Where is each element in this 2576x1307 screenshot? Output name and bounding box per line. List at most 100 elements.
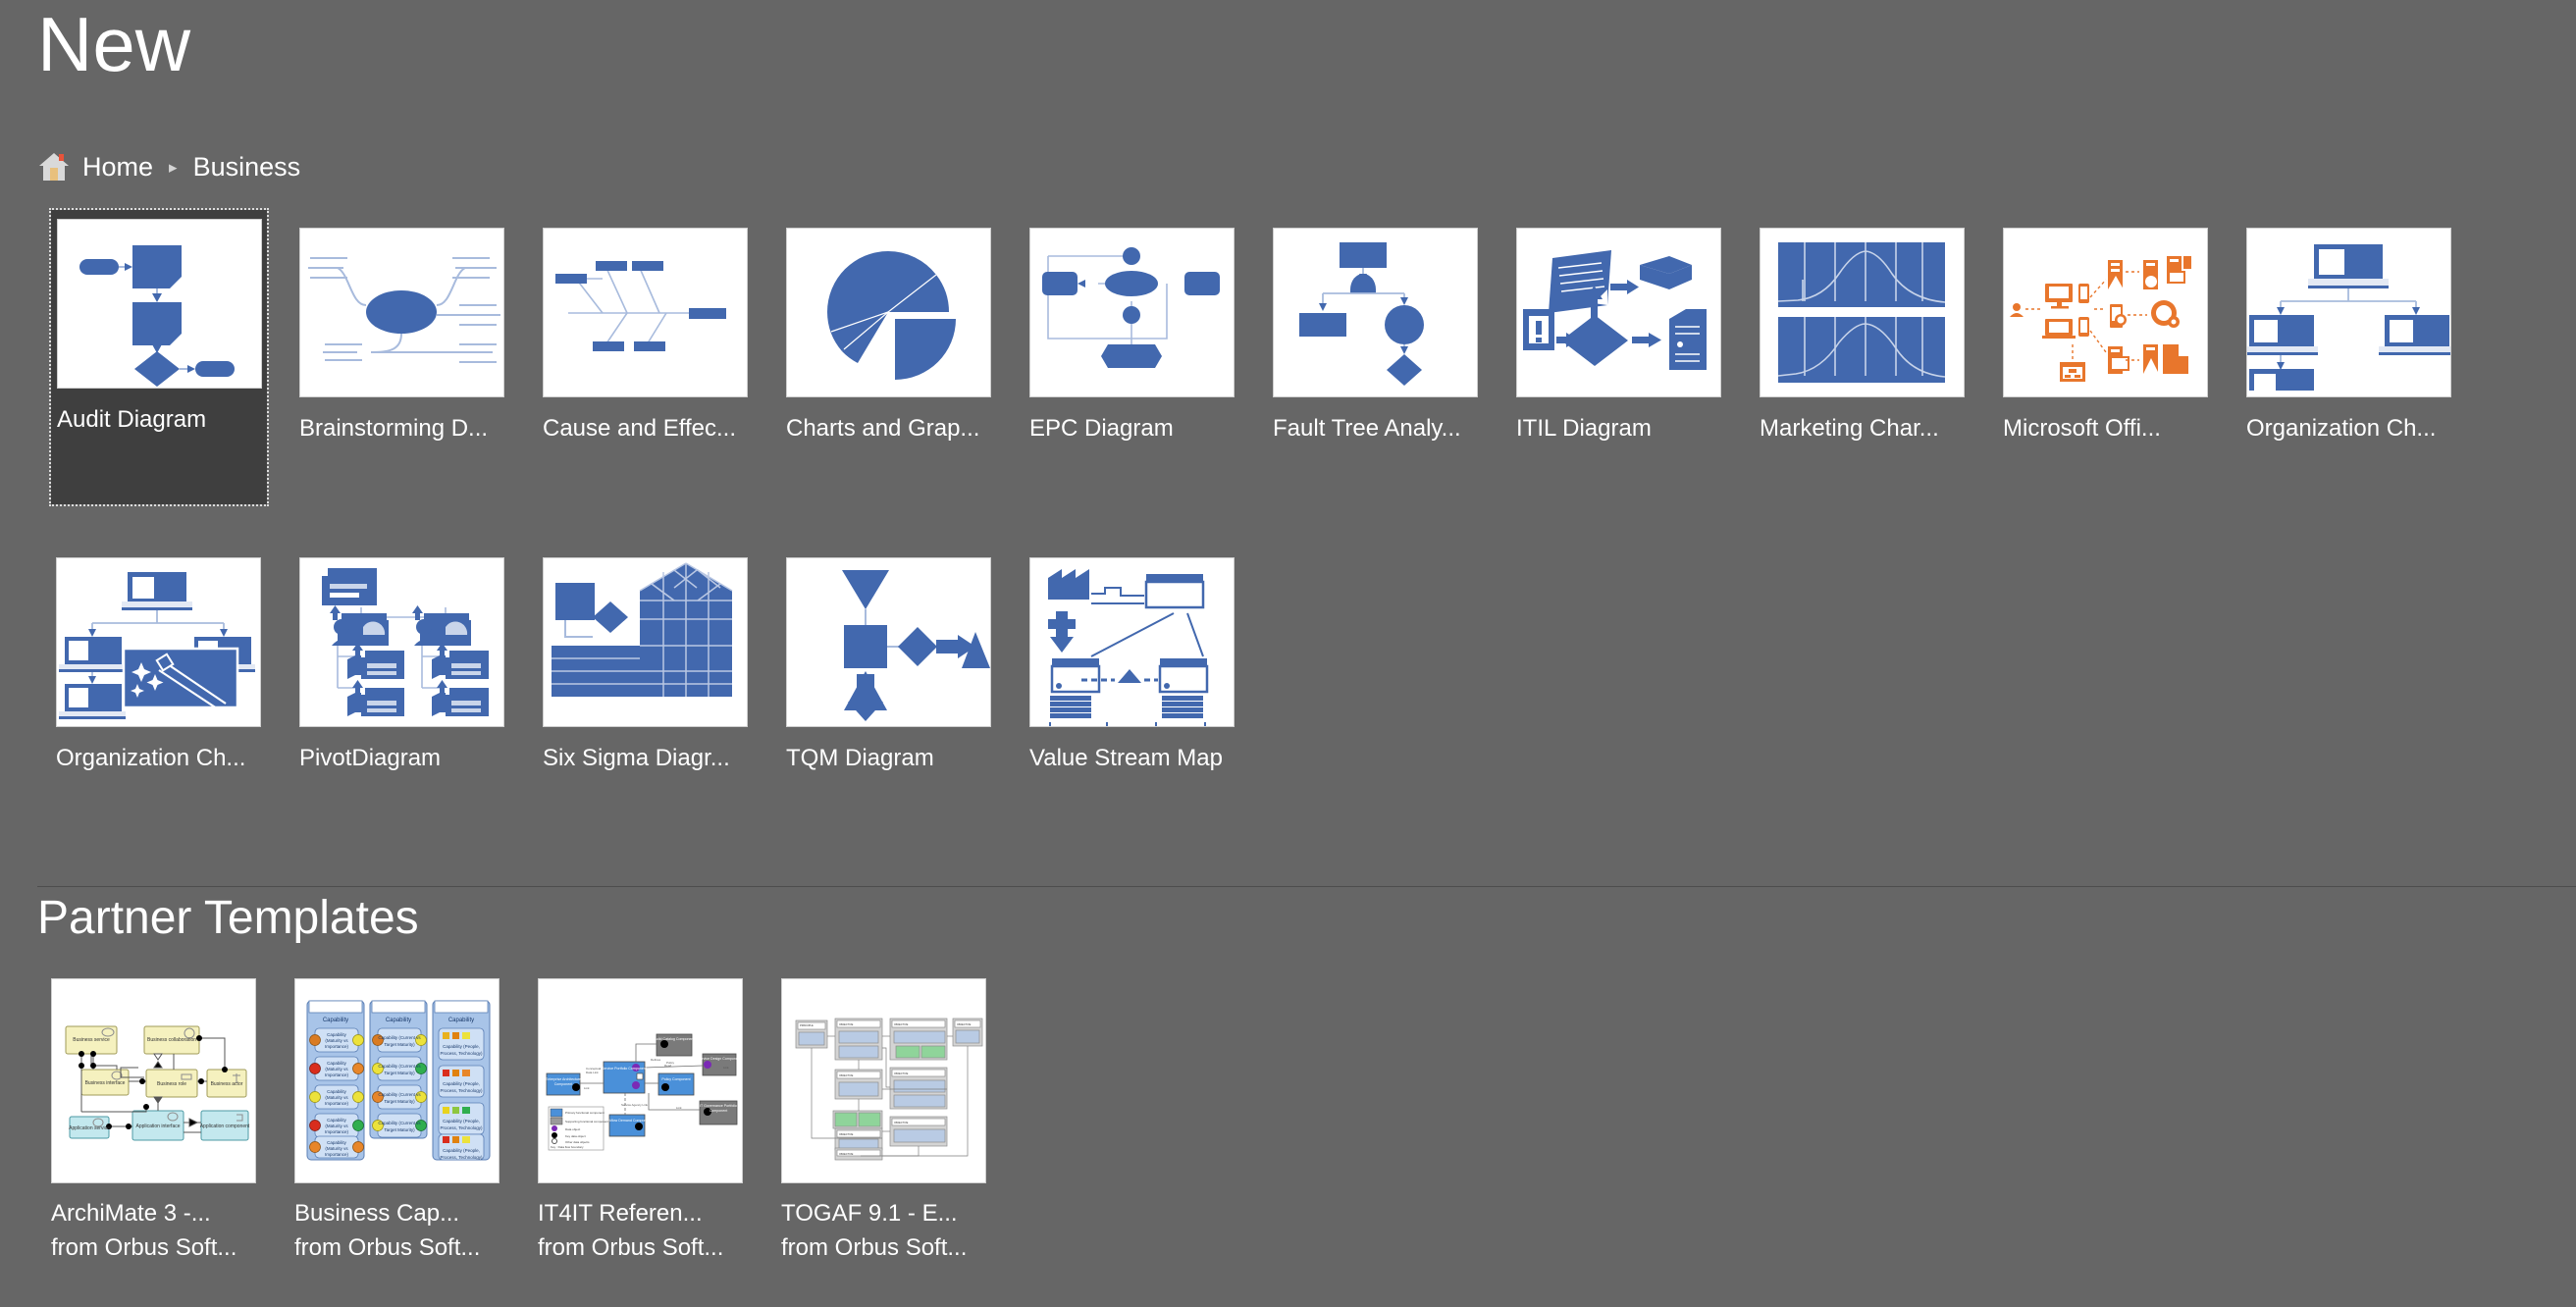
template-tile-itil-diagram[interactable]: ITIL Diagram (1511, 228, 1727, 444)
template-tile-cause-and-effect[interactable]: Cause and Effec... (538, 228, 754, 444)
tile-label: PivotDiagram (299, 745, 442, 771)
svg-text:Importance): Importance) (325, 1129, 349, 1134)
svg-text:Data object: Data object (565, 1127, 580, 1131)
partner-title: TOGAF 9.1 - E... (781, 1200, 958, 1227)
svg-text:Business interface: Business interface (85, 1080, 126, 1086)
template-tile-fault-tree-analysis[interactable]: Fault Tree Analy... (1268, 228, 1484, 444)
org-chart-thumb (2246, 228, 2451, 397)
svg-text:Component: Component (710, 1109, 728, 1113)
microsoft-office-thumb (2003, 228, 2208, 397)
svg-text:Application service: Application service (69, 1125, 110, 1131)
svg-text:Policy Component: Policy Component (661, 1077, 690, 1081)
svg-text:Capability (Current vs: Capability (Current vs (378, 1064, 421, 1069)
svg-text:Capability (People,: Capability (People, (443, 1081, 480, 1086)
pivot-diagram-thumb (299, 557, 504, 727)
svg-text:Capability (Current vs: Capability (Current vs (378, 1092, 421, 1097)
svg-text:(Maturity vs: (Maturity vs (325, 1067, 348, 1072)
svg-text:Capability: Capability (327, 1061, 347, 1066)
tile-label: EPC Diagram (1029, 415, 1174, 442)
template-tile-organization-chart-wizard[interactable]: Organization Ch... (51, 557, 267, 773)
svg-text:Process, Technology): Process, Technology) (441, 1051, 483, 1056)
svg-text:Primary functional component: Primary functional component (565, 1111, 605, 1115)
svg-text:Business service: Business service (73, 1037, 110, 1043)
svg-text:Capability (People,: Capability (People, (443, 1148, 480, 1153)
svg-text:Capability: Capability (327, 1032, 347, 1037)
svg-text:Process, Technology): Process, Technology) (441, 1125, 483, 1130)
partner-tile-togaf[interactable]: PRINCIPLE OBJECTIVE OBJECTIVE OBJECTIVE … (781, 978, 997, 1263)
svg-text:Target Maturity): Target Maturity) (384, 1127, 415, 1132)
svg-text:Component: Component (554, 1082, 573, 1086)
svg-text:(Maturity vs: (Maturity vs (325, 1146, 348, 1151)
svg-text:OBJECTIVE: OBJECTIVE (839, 1132, 854, 1136)
partner-vendor: from Orbus Soft... (294, 1234, 481, 1261)
template-tile-six-sigma-diagram[interactable]: Six Sigma Diagr... (538, 557, 754, 773)
svg-text:OBJECTIVE: OBJECTIVE (894, 1121, 909, 1124)
breadcrumb-current[interactable]: Business (193, 152, 301, 183)
value-stream-map-thumb (1029, 557, 1235, 727)
template-tile-audit-diagram[interactable]: Audit Diagram (49, 208, 269, 506)
tile-label: Organization Ch... (2246, 415, 2437, 442)
svg-text:Service Design Component: Service Design Component (698, 1057, 741, 1061)
tile-label: ITIL Diagram (1516, 415, 1652, 442)
svg-text:Application interface: Application interface (135, 1124, 180, 1129)
tile-label: Value Stream Map (1029, 745, 1223, 771)
template-tile-organization-chart[interactable]: Organization Ch... (2241, 228, 2457, 444)
svg-text:Application component: Application component (200, 1124, 250, 1129)
svg-text:Service Portfolio Component: Service Portfolio Component (602, 1067, 647, 1071)
svg-text:Link: Link (676, 1106, 682, 1110)
tile-label: TQM Diagram (786, 745, 934, 771)
svg-text:(Maturity vs: (Maturity vs (325, 1038, 348, 1043)
tile-label: Brainstorming D... (299, 415, 489, 442)
home-icon (39, 153, 69, 181)
tile-label: Charts and Grap... (786, 415, 980, 442)
svg-text:(Maturity vs: (Maturity vs (325, 1124, 348, 1128)
template-tile-brainstorming-diagram[interactable]: Brainstorming D... (294, 228, 510, 444)
svg-text:Business collaboration: Business collaboration (147, 1037, 196, 1043)
page-title: New (37, 1, 191, 87)
svg-text:Capability: Capability (327, 1118, 347, 1123)
breadcrumb-home-link[interactable]: Home (82, 152, 153, 183)
partner-tile-business-capability[interactable]: Capability Capability (Maturity vs Impor… (294, 978, 510, 1263)
svg-text:Link: Link (723, 1066, 729, 1070)
svg-text:OBJECTIVE: OBJECTIVE (839, 1073, 854, 1077)
template-tile-value-stream-map[interactable]: Value Stream Map (1025, 557, 1240, 773)
svg-text:Key data object: Key data object (565, 1134, 586, 1138)
svg-text:Capability: Capability (448, 1018, 474, 1023)
partner-tile-it4it[interactable]: Service Portfolio Component Enterprise A… (538, 978, 754, 1263)
togaf-thumb: PRINCIPLE OBJECTIVE OBJECTIVE OBJECTIVE … (781, 978, 986, 1183)
template-tile-pivot-diagram[interactable]: PivotDiagram (294, 557, 510, 773)
svg-text:OBJECTIVE: OBJECTIVE (957, 1022, 972, 1026)
tile-label: Six Sigma Diagr... (543, 745, 730, 771)
svg-text:PRINCIPLE: PRINCIPLE (800, 1023, 814, 1027)
template-tile-marketing-charts[interactable]: Marketing Char... (1755, 228, 1971, 444)
archimate-thumb: Business service Business collaboration … (51, 978, 256, 1183)
svg-text:Capability (People,: Capability (People, (443, 1119, 480, 1124)
svg-text:Business role: Business role (157, 1081, 186, 1087)
svg-text:IT Governance Portfolio: IT Governance Portfolio (700, 1104, 737, 1108)
svg-text:Build Catalog Component: Build Catalog Component (655, 1037, 695, 1041)
partner-title: ArchiMate 3 -... (51, 1200, 211, 1227)
chevron-right-icon: ▸ (169, 157, 178, 177)
template-tile-epc-diagram[interactable]: EPC Diagram (1025, 228, 1240, 444)
partner-tile-archimate[interactable]: Business service Business collaboration … (51, 978, 267, 1263)
svg-text:Process, Technology): Process, Technology) (441, 1088, 483, 1093)
template-tile-charts-and-graphs[interactable]: Charts and Grap... (781, 228, 997, 444)
new-template-page: New Home ▸ Business Audit Diagram Brains… (0, 0, 2576, 1307)
svg-text:Capability (Current vs: Capability (Current vs (378, 1121, 421, 1125)
svg-text:Other data objects: Other data objects (565, 1140, 590, 1144)
partner-vendor: from Orbus Soft... (538, 1234, 724, 1261)
template-tile-tqm-diagram[interactable]: TQM Diagram (781, 557, 997, 773)
svg-text:Capability (Current vs: Capability (Current vs (378, 1035, 421, 1040)
svg-text:Importance): Importance) (325, 1044, 349, 1049)
svg-text:Capability: Capability (323, 1018, 348, 1023)
template-tile-microsoft-office[interactable]: Microsoft Offi... (1998, 228, 2214, 444)
svg-text:Importance): Importance) (325, 1152, 349, 1157)
it4it-thumb: Service Portfolio Component Enterprise A… (538, 978, 743, 1183)
svg-text:Supporting functional componen: Supporting functional component (565, 1120, 608, 1124)
partner-vendor: from Orbus Soft... (781, 1234, 968, 1261)
svg-text:Policy: Policy (666, 1061, 675, 1065)
svg-text:Capability: Capability (386, 1018, 411, 1023)
svg-text:Key : Data flow boundary: Key : Data flow boundary (551, 1145, 584, 1149)
partner-vendor: from Orbus Soft... (51, 1234, 237, 1261)
svg-text:Service Agency Link: Service Agency Link (621, 1103, 649, 1107)
